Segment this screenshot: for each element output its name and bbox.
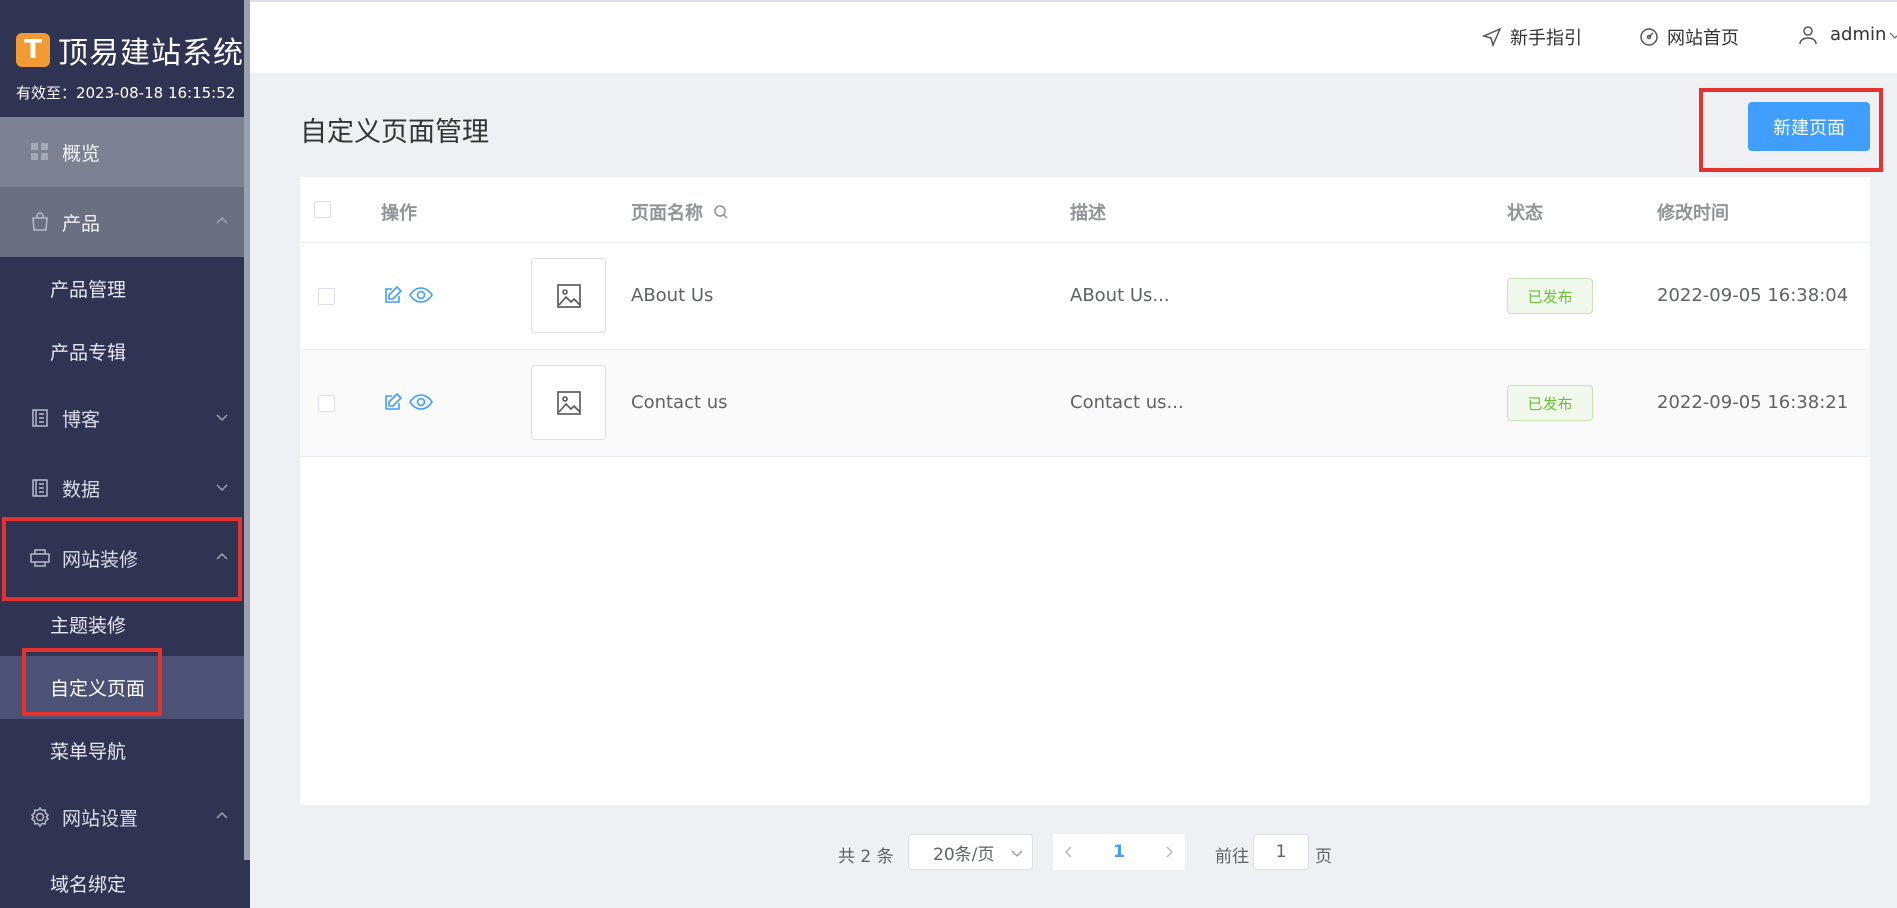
col-header-name-label: 页面名称 <box>631 203 703 224</box>
page-suffix: 页 <box>1315 847 1332 867</box>
printer-icon <box>28 546 52 570</box>
sidebar-item-label: 博客 <box>62 408 101 431</box>
row-checkbox[interactable] <box>318 288 335 305</box>
sidebar-item-label: 概览 <box>62 142 101 165</box>
chevron-down-icon <box>216 484 228 492</box>
chevron-down-icon <box>1011 850 1023 857</box>
col-header-modified: 修改时间 <box>1657 203 1729 224</box>
page-desc: Contact us... <box>1070 392 1184 413</box>
edit-icon[interactable] <box>383 285 403 305</box>
sidebar-item-site-decor[interactable]: 网站装修 <box>0 523 250 593</box>
row-checkbox[interactable] <box>318 395 335 412</box>
eye-icon[interactable] <box>409 392 433 412</box>
navigation-arrow-icon <box>1482 27 1502 47</box>
document-icon <box>28 476 52 500</box>
col-header-desc: 描述 <box>1070 203 1106 224</box>
home-label: 网站首页 <box>1667 28 1739 49</box>
sidebar-item-label: 数据 <box>62 478 101 501</box>
page-size-value: 20条/页 <box>933 844 995 865</box>
guide-label: 新手指引 <box>1510 28 1582 49</box>
shopping-bag-icon <box>28 210 52 234</box>
brand: T 顶易建站系统 有效至：2023-08-18 16:15:52 <box>0 0 250 117</box>
user-name: admin <box>1830 24 1887 45</box>
sidebar-item-products[interactable]: 产品 <box>0 187 250 257</box>
chevron-left-icon <box>1064 846 1072 858</box>
sidebar-item-label: 网站设置 <box>62 807 139 830</box>
pages-table: 操作 页面名称 描述 状态 修改时间 ABout Us ABout Us... … <box>300 177 1870 805</box>
gear-icon <box>28 805 52 829</box>
expiry-text: 有效至：2023-08-18 16:15:52 <box>16 84 236 102</box>
image-placeholder-icon <box>556 283 581 308</box>
sidebar-item-blog[interactable]: 博客 <box>0 383 250 453</box>
sidebar-item-overview[interactable]: 概览 <box>0 117 250 187</box>
modified-time: 2022-09-05 16:38:21 <box>1657 392 1849 413</box>
chevron-up-icon <box>216 552 228 560</box>
table-row: Contact us Contact us... 已发布 2022-09-05 … <box>300 350 1870 457</box>
brand-title: 顶易建站系统 <box>58 36 244 71</box>
dashboard-gauge-icon <box>1640 28 1658 46</box>
edit-icon[interactable] <box>383 392 403 412</box>
page-thumbnail <box>531 365 606 440</box>
sidebar-subitem-product-album[interactable]: 产品专辑 <box>0 320 250 383</box>
row-actions <box>383 392 433 412</box>
top-bar: 新手指引 网站首页 admin <box>250 0 1897 73</box>
image-placeholder-icon <box>556 390 581 415</box>
document-icon <box>28 406 52 430</box>
sidebar-item-label: 网站装修 <box>62 548 139 571</box>
guide-link[interactable]: 新手指引 <box>1482 24 1582 50</box>
goto-label: 前往 <box>1215 847 1249 867</box>
table-header: 操作 页面名称 描述 状态 修改时间 <box>300 177 1870 243</box>
grid-icon <box>28 140 52 164</box>
row-actions <box>383 285 433 305</box>
table-row: ABout Us ABout Us... 已发布 2022-09-05 16:3… <box>300 243 1870 350</box>
sidebar: T 顶易建站系统 有效至：2023-08-18 16:15:52 概览 产品 产… <box>0 0 250 908</box>
page-thumbnail <box>531 258 606 333</box>
chevron-up-icon <box>216 216 228 224</box>
col-header-name: 页面名称 <box>631 199 729 225</box>
sidebar-subitem-menu-nav[interactable]: 菜单导航 <box>0 719 250 782</box>
new-page-button[interactable]: 新建页面 <box>1748 102 1870 151</box>
page-name: Contact us <box>631 392 728 413</box>
brand-logo-icon: T <box>16 33 50 67</box>
chevron-up-icon <box>216 811 228 819</box>
eye-icon[interactable] <box>409 285 433 305</box>
status-badge: 已发布 <box>1507 385 1593 421</box>
sidebar-item-site-settings[interactable]: 网站设置 <box>0 782 250 852</box>
search-icon[interactable] <box>713 204 729 220</box>
col-header-ops: 操作 <box>381 203 417 224</box>
chevron-right-icon <box>1166 846 1174 858</box>
chevron-down-icon <box>1889 32 1897 39</box>
col-header-status: 状态 <box>1507 203 1543 224</box>
sidebar-scrollbar[interactable] <box>244 0 250 860</box>
home-link[interactable]: 网站首页 <box>1639 24 1739 50</box>
sidebar-item-data[interactable]: 数据 <box>0 453 250 523</box>
sidebar-subitem-custom-page[interactable]: 自定义页面 <box>0 656 250 719</box>
page-desc: ABout Us... <box>1070 285 1170 306</box>
sidebar-subitem-theme-decor[interactable]: 主题装修 <box>0 593 250 656</box>
chevron-down-icon <box>216 414 228 422</box>
user-icon <box>1799 25 1817 44</box>
modified-time: 2022-09-05 16:38:04 <box>1657 285 1849 306</box>
page-title: 自定义页面管理 <box>300 117 489 148</box>
status-badge: 已发布 <box>1507 278 1593 314</box>
page-number-current[interactable]: 1 <box>1085 834 1153 870</box>
sidebar-subitem-product-manage[interactable]: 产品管理 <box>0 257 250 320</box>
prev-page-button[interactable] <box>1053 834 1085 870</box>
pagination-total: 共 2 条 <box>838 847 894 867</box>
goto-page-input[interactable]: 1 <box>1253 834 1309 870</box>
next-page-button[interactable] <box>1153 834 1185 870</box>
page-size-select[interactable]: 20条/页 <box>908 834 1033 870</box>
page-name: ABout Us <box>631 285 714 306</box>
select-all-checkbox[interactable] <box>314 201 331 218</box>
sidebar-item-label: 产品 <box>62 212 101 235</box>
sidebar-subitem-domain-binding[interactable]: 域名绑定 <box>0 852 250 908</box>
user-menu[interactable]: admin <box>1798 24 1897 45</box>
